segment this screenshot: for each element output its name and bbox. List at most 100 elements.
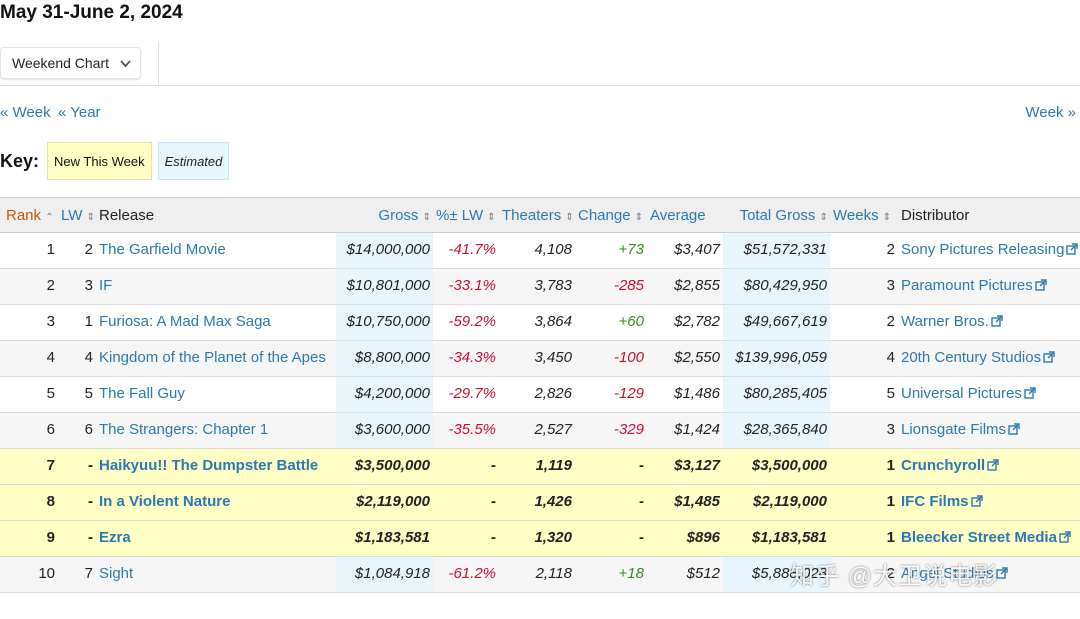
distributor-cell: IFC Films	[898, 484, 1080, 521]
rank-cell: 7	[0, 448, 58, 485]
next-week-link[interactable]: Week »	[1025, 104, 1076, 121]
box-office-table: Rank ⌃ LW ⇕ Release Gross ⇕ %± LW ⇕ Thea…	[0, 197, 1080, 593]
distributor-link[interactable]: Lionsgate Films	[901, 421, 1020, 438]
chart-type-label: Weekend Chart	[12, 55, 110, 71]
weeks-cell: 1	[830, 520, 898, 557]
column-header-average[interactable]: Average	[647, 197, 723, 233]
total-gross-cell: $49,667,619	[723, 304, 830, 341]
average-cell: $2,550	[647, 340, 723, 377]
release-link[interactable]: Furiosa: A Mad Max Saga	[99, 313, 271, 330]
change-cell: +18	[575, 556, 647, 593]
release-link[interactable]: Ezra	[99, 529, 131, 546]
last-week-cell: 3	[58, 268, 96, 305]
release-link[interactable]: The Fall Guy	[99, 385, 185, 402]
rank-cell: 10	[0, 556, 58, 593]
key-estimated: Estimated	[157, 142, 230, 180]
gross-cell: $2,119,000	[336, 484, 433, 521]
external-link-icon	[1024, 384, 1036, 406]
distributor-cell: Crunchyroll	[898, 448, 1080, 485]
change-cell: -	[575, 484, 647, 521]
pct-lw-cell: -	[433, 484, 499, 521]
column-header-pct-lw[interactable]: %± LW ⇕	[433, 197, 499, 233]
gross-cell: $8,800,000	[336, 340, 433, 377]
last-week-cell: 1	[58, 304, 96, 341]
distributor-cell: Sony Pictures Releasing	[898, 232, 1080, 269]
last-week-cell: -	[58, 484, 96, 521]
release-cell: Ezra	[96, 520, 336, 557]
total-gross-cell: $139,996,059	[723, 340, 830, 377]
rank-cell: 2	[0, 268, 58, 305]
release-link[interactable]: Kingdom of the Planet of the Apes	[99, 349, 326, 366]
gross-cell: $10,750,000	[336, 304, 433, 341]
column-header-lw[interactable]: LW ⇕	[58, 197, 96, 233]
change-cell: -	[575, 520, 647, 557]
chevron-down-icon	[120, 48, 131, 90]
column-header-change[interactable]: Change ⇕	[575, 197, 647, 233]
release-link[interactable]: The Garfield Movie	[99, 241, 226, 258]
distributor-link[interactable]: 20th Century Studios	[901, 349, 1055, 366]
rank-cell: 3	[0, 304, 58, 341]
pct-lw-cell: -33.1%	[433, 268, 499, 305]
last-week-cell: 5	[58, 376, 96, 413]
weeks-cell: 4	[830, 340, 898, 377]
external-link-icon	[991, 312, 1003, 334]
sort-arrows-icon: ⇕	[882, 211, 892, 223]
change-cell: -	[575, 448, 647, 485]
distributor-link[interactable]: Crunchyroll	[901, 457, 999, 474]
change-cell: -100	[575, 340, 647, 377]
theaters-cell: 1,119	[499, 448, 575, 485]
release-link[interactable]: In a Violent Nature	[99, 493, 230, 510]
average-cell: $512	[647, 556, 723, 593]
column-header-theaters[interactable]: Theaters ⇕	[499, 197, 575, 233]
change-cell: +60	[575, 304, 647, 341]
column-header-release[interactable]: Release	[96, 197, 336, 233]
total-gross-cell: $51,572,331	[723, 232, 830, 269]
distributor-cell: 20th Century Studios	[898, 340, 1080, 377]
sort-arrows-icon: ⌃	[45, 211, 54, 223]
pct-lw-cell: -59.2%	[433, 304, 499, 341]
average-cell: $896	[647, 520, 723, 557]
average-cell: $1,485	[647, 484, 723, 521]
theaters-cell: 1,320	[499, 520, 575, 557]
column-header-weeks[interactable]: Weeks ⇕	[830, 197, 898, 233]
prev-week-link[interactable]: « Week	[0, 104, 51, 121]
total-gross-cell: $80,285,405	[723, 376, 830, 413]
release-cell: Haikyuu!! The Dumpster Battle	[96, 448, 336, 485]
distributor-link[interactable]: Bleecker Street Media	[901, 529, 1071, 546]
table-row: 6 6 The Strangers: Chapter 1 $3,600,000 -35.…	[0, 412, 1080, 449]
page-title: May 31-June 2, 2024	[0, 2, 183, 23]
weeks-cell: 1	[830, 448, 898, 485]
distributor-link[interactable]: Sony Pictures Releasing	[901, 241, 1079, 258]
key-label: Key:	[0, 150, 40, 171]
average-cell: $1,424	[647, 412, 723, 449]
rank-cell: 1	[0, 232, 58, 269]
distributor-link[interactable]: Warner Bros.	[901, 313, 1003, 330]
last-week-cell: 7	[58, 556, 96, 593]
theaters-cell: 2,118	[499, 556, 575, 593]
table-row: 9- Ezra $1,183,581-1,320- $896 $1,183,581 1 Bl…	[0, 520, 1080, 557]
distributor-link[interactable]: Universal Pictures	[901, 385, 1036, 402]
total-gross-cell: $28,365,840	[723, 412, 830, 449]
pct-lw-cell: -	[433, 448, 499, 485]
column-header-rank[interactable]: Rank ⌃	[0, 197, 58, 233]
distributor-link[interactable]: Angel Studios	[901, 565, 1008, 582]
release-cell: The Strangers: Chapter 1	[96, 412, 336, 449]
release-link[interactable]: Sight	[99, 565, 133, 582]
release-link[interactable]: Haikyuu!! The Dumpster Battle	[99, 457, 318, 474]
column-header-gross[interactable]: Gross ⇕	[336, 197, 433, 233]
distributor-link[interactable]: Paramount Pictures	[901, 277, 1047, 294]
external-link-icon	[970, 492, 983, 514]
prev-year-link[interactable]: « Year	[58, 104, 101, 121]
release-cell: Furiosa: A Mad Max Saga	[96, 304, 336, 341]
last-week-cell: -	[58, 448, 96, 485]
gross-cell: $1,084,918	[336, 556, 433, 593]
release-link[interactable]: The Strangers: Chapter 1	[99, 421, 268, 438]
pct-lw-cell: -35.5%	[433, 412, 499, 449]
chart-type-dropdown[interactable]: Weekend Chart	[0, 47, 141, 79]
distributor-link[interactable]: IFC Films	[901, 493, 983, 510]
column-header-distributor[interactable]: Distributor	[898, 197, 1080, 233]
rank-cell: 8	[0, 484, 58, 521]
release-cell: The Garfield Movie	[96, 232, 336, 269]
release-link[interactable]: IF	[99, 277, 112, 294]
column-header-total-gross[interactable]: Total Gross ⇕	[723, 197, 830, 233]
